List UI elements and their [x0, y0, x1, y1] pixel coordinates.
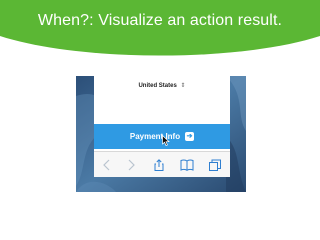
country-value: United States [138, 83, 177, 89]
payment-info-label: Payment Info [129, 132, 181, 141]
bookmarks-icon[interactable] [180, 159, 194, 171]
screenshot-image: United States ⇕ Payment Info ➔ [76, 76, 246, 192]
share-icon[interactable] [152, 159, 166, 171]
arrow-right-icon: ➔ [185, 132, 195, 141]
select-caret-icon: ⇕ [180, 83, 186, 89]
title-banner [0, 0, 320, 60]
back-icon[interactable] [100, 159, 114, 171]
forward-icon[interactable] [124, 159, 138, 171]
mouse-cursor-icon [162, 135, 170, 146]
slide-title: When?: Visualize an action result. [37, 12, 283, 29]
browser-toolbar [94, 151, 230, 177]
tabs-icon[interactable] [208, 159, 222, 171]
country-select[interactable]: United States ⇕ [94, 82, 230, 89]
browser-sheet: United States ⇕ Payment Info ➔ [94, 76, 230, 177]
